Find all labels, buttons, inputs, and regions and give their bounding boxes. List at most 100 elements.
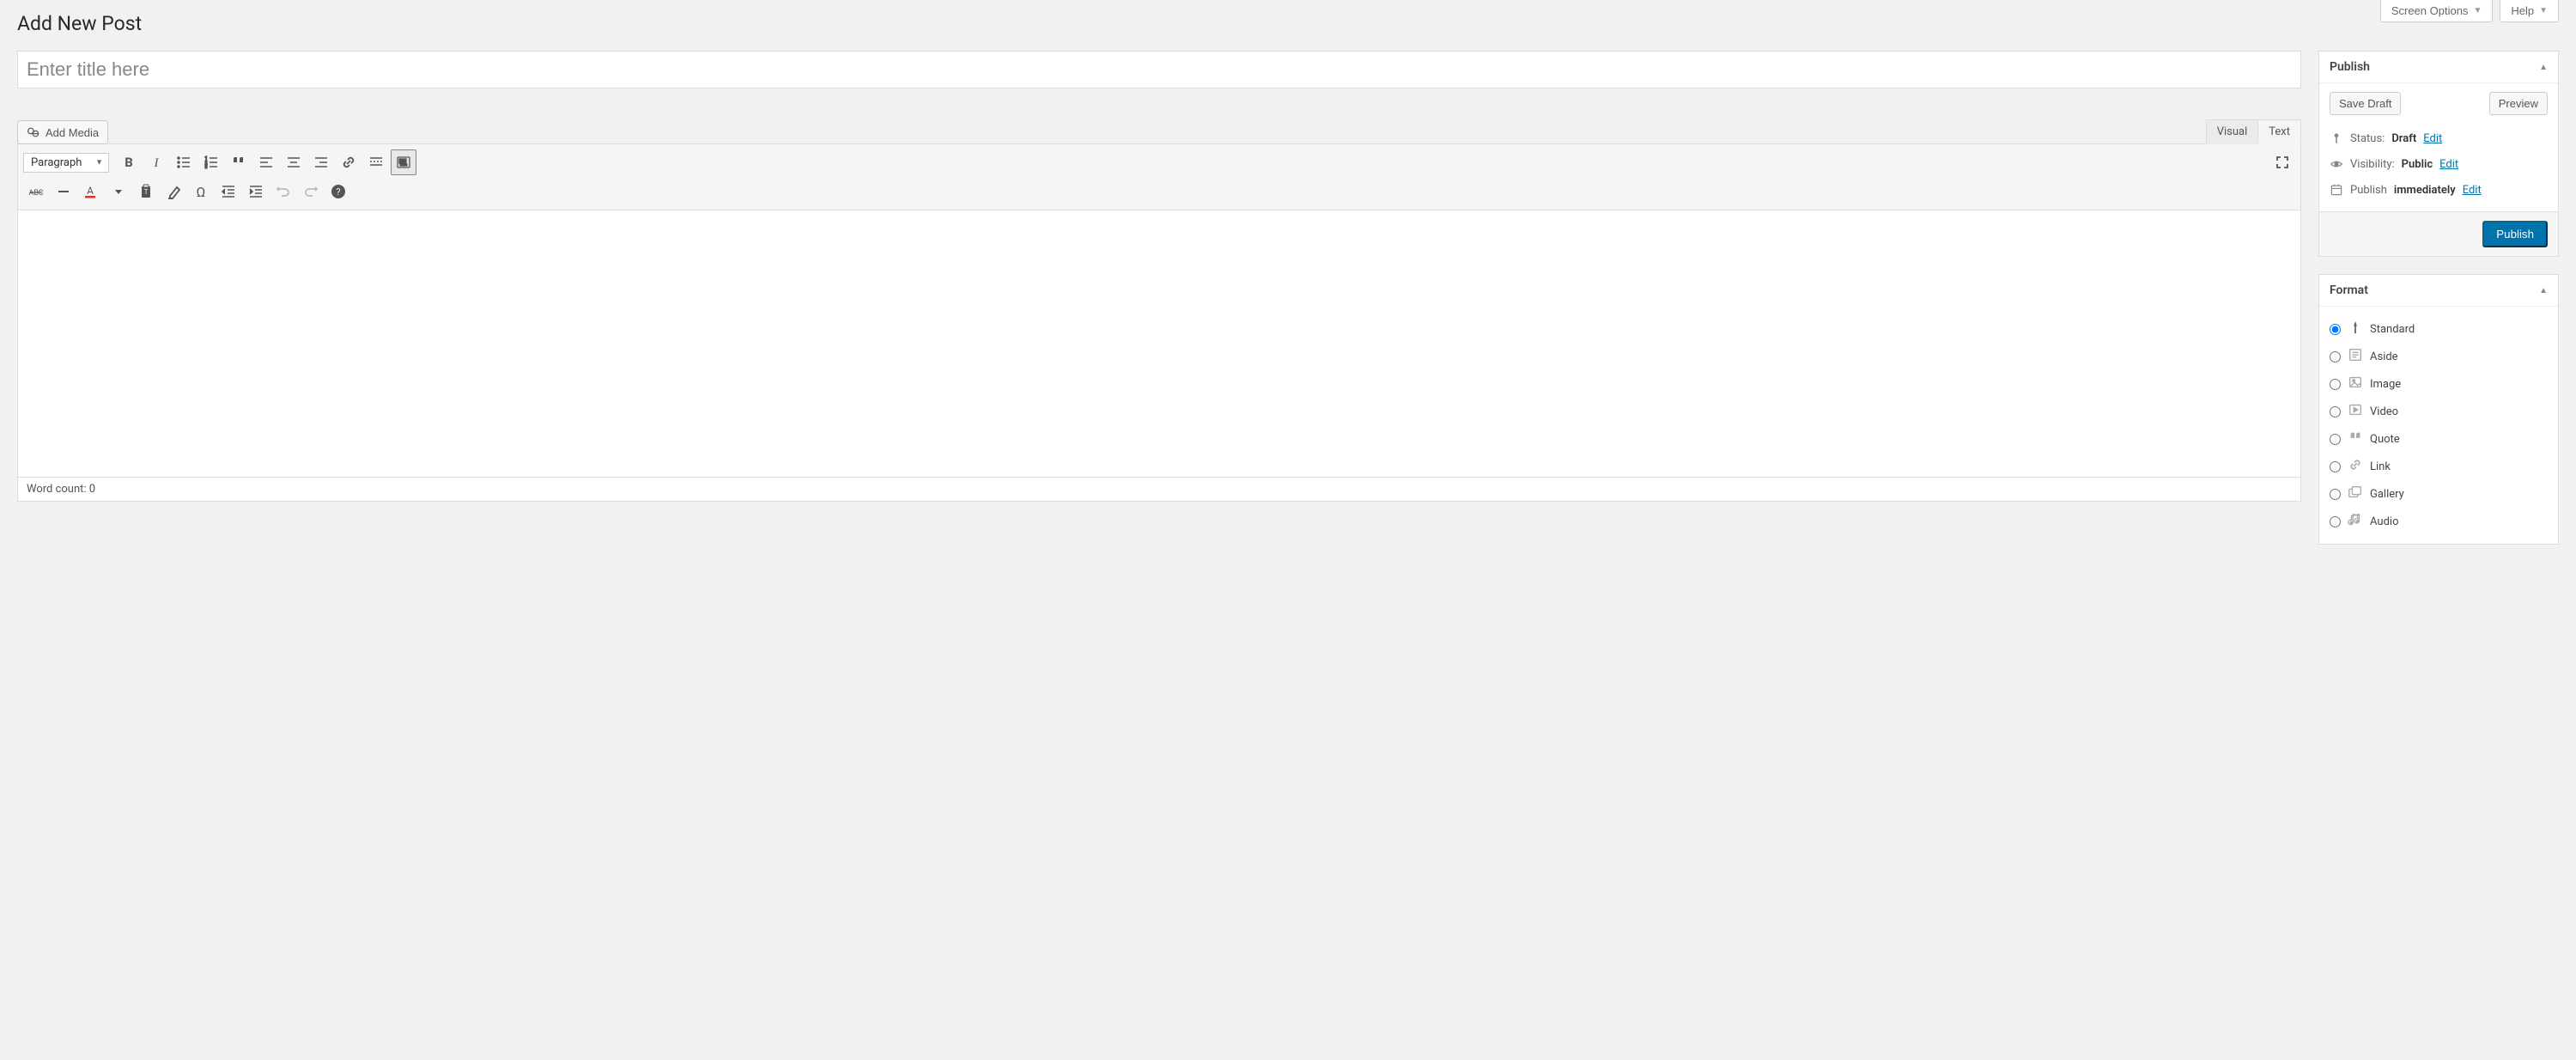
edit-schedule-link[interactable]: Edit: [2463, 184, 2482, 197]
toolbar-toggle-button[interactable]: [391, 149, 416, 175]
standard-icon: [2348, 320, 2363, 338]
format-label-link[interactable]: Link: [2370, 460, 2391, 473]
format-radio-audio[interactable]: [2330, 516, 2341, 527]
strikethrough-button[interactable]: ABC: [23, 179, 49, 204]
quote-icon: [2348, 429, 2363, 448]
tab-visual[interactable]: Visual: [2206, 119, 2259, 144]
link-button[interactable]: [336, 149, 361, 175]
status-row: Status: Draft Edit: [2330, 125, 2548, 151]
block-format-select[interactable]: Paragraph ▼: [23, 153, 109, 173]
svg-text:B: B: [125, 155, 133, 170]
status-value: Draft: [2391, 132, 2416, 145]
aside-icon: [2348, 347, 2363, 366]
schedule-label: Publish: [2350, 184, 2387, 197]
svg-text:A: A: [87, 185, 94, 197]
word-count: Word count: 0: [18, 477, 2300, 501]
format-radio-gallery[interactable]: [2330, 489, 2341, 500]
indent-button[interactable]: [243, 179, 269, 204]
fullscreen-button[interactable]: [2269, 149, 2295, 175]
horizontal-rule-button[interactable]: [51, 179, 76, 204]
content-editor[interactable]: [18, 210, 2300, 477]
format-option-link: Link: [2330, 453, 2548, 480]
format-radio-image[interactable]: [2330, 379, 2341, 390]
text-color-dropdown[interactable]: [106, 179, 131, 204]
link-icon: [2348, 457, 2363, 476]
publish-box: Publish ▲ Save Draft Preview Status: Dra…: [2318, 51, 2559, 257]
format-radio-quote[interactable]: [2330, 434, 2341, 445]
clear-formatting-button[interactable]: [161, 179, 186, 204]
preview-button[interactable]: Preview: [2489, 92, 2548, 115]
schedule-row: Publish immediately Edit: [2330, 177, 2548, 203]
publish-box-toggle[interactable]: Publish ▲: [2319, 52, 2558, 83]
format-radio-link[interactable]: [2330, 461, 2341, 472]
format-label-video[interactable]: Video: [2370, 405, 2398, 418]
svg-text:Ω: Ω: [197, 184, 206, 200]
bullet-list-button[interactable]: [171, 149, 197, 175]
visibility-row: Visibility: Public Edit: [2330, 151, 2548, 177]
media-icon: [27, 125, 40, 139]
chevron-down-icon: ▼: [2473, 6, 2482, 15]
image-icon: [2348, 375, 2363, 393]
read-more-button[interactable]: [363, 149, 389, 175]
outdent-button[interactable]: [216, 179, 241, 204]
format-option-gallery: Gallery: [2330, 480, 2548, 508]
italic-button[interactable]: I: [143, 149, 169, 175]
format-radio-standard[interactable]: [2330, 324, 2341, 335]
bold-button[interactable]: B: [116, 149, 142, 175]
calendar-icon: [2330, 183, 2343, 197]
format-radio-video[interactable]: [2330, 406, 2341, 417]
format-option-video: Video: [2330, 398, 2548, 425]
video-icon: [2348, 402, 2363, 421]
svg-text:ABC: ABC: [28, 189, 43, 198]
chevron-down-icon: ▼: [95, 158, 103, 168]
block-format-value: Paragraph: [31, 156, 82, 169]
format-box: Format ▲ Standard Aside Image Video Quote Lin…: [2318, 274, 2559, 545]
redo-button[interactable]: [298, 179, 324, 204]
format-box-title: Format: [2330, 283, 2368, 297]
screen-options-toggle[interactable]: Screen Options ▼: [2380, 0, 2494, 22]
chevron-up-icon: ▲: [2539, 63, 2548, 72]
format-label-gallery[interactable]: Gallery: [2370, 488, 2404, 501]
numbered-list-button[interactable]: 123: [198, 149, 224, 175]
editor-container: Paragraph ▼ B I 123: [17, 143, 2301, 502]
publish-box-title: Publish: [2330, 60, 2370, 74]
blockquote-button[interactable]: [226, 149, 252, 175]
format-label-audio[interactable]: Audio: [2370, 515, 2398, 528]
add-media-button[interactable]: Add Media: [17, 120, 108, 144]
eye-icon: [2330, 157, 2343, 171]
format-radio-aside[interactable]: [2330, 351, 2341, 362]
format-label-aside[interactable]: Aside: [2370, 350, 2398, 363]
format-label-standard[interactable]: Standard: [2370, 323, 2415, 336]
paste-text-button[interactable]: T: [133, 179, 159, 204]
add-media-label: Add Media: [46, 126, 99, 139]
keyboard-help-button[interactable]: ?: [325, 179, 351, 204]
publish-button[interactable]: Publish: [2482, 221, 2548, 247]
post-title-input[interactable]: [17, 51, 2301, 88]
chevron-down-icon: ▼: [2539, 6, 2548, 15]
text-color-button[interactable]: A: [78, 179, 104, 204]
align-left-button[interactable]: [253, 149, 279, 175]
format-label-quote[interactable]: Quote: [2370, 433, 2400, 446]
format-box-toggle[interactable]: Format ▲: [2319, 275, 2558, 307]
edit-status-link[interactable]: Edit: [2423, 132, 2442, 145]
schedule-value: immediately: [2394, 184, 2456, 197]
align-center-button[interactable]: [281, 149, 307, 175]
help-toggle[interactable]: Help ▼: [2500, 0, 2559, 22]
format-option-quote: Quote: [2330, 425, 2548, 453]
audio-icon: [2348, 512, 2363, 531]
save-draft-button[interactable]: Save Draft: [2330, 92, 2401, 115]
format-option-audio: Audio: [2330, 508, 2548, 535]
gallery-icon: [2348, 484, 2363, 503]
svg-text:3: 3: [205, 165, 208, 170]
editor-toolbar: Paragraph ▼ B I 123: [18, 144, 2300, 210]
page-title: Add New Post: [17, 0, 2559, 51]
status-label: Status:: [2350, 132, 2385, 145]
tab-text[interactable]: Text: [2257, 119, 2301, 144]
special-character-button[interactable]: Ω: [188, 179, 214, 204]
svg-text:I: I: [154, 156, 160, 170]
edit-visibility-link[interactable]: Edit: [2439, 158, 2458, 171]
undo-button[interactable]: [270, 179, 296, 204]
format-label-image[interactable]: Image: [2370, 378, 2401, 391]
help-label: Help: [2511, 4, 2534, 17]
align-right-button[interactable]: [308, 149, 334, 175]
